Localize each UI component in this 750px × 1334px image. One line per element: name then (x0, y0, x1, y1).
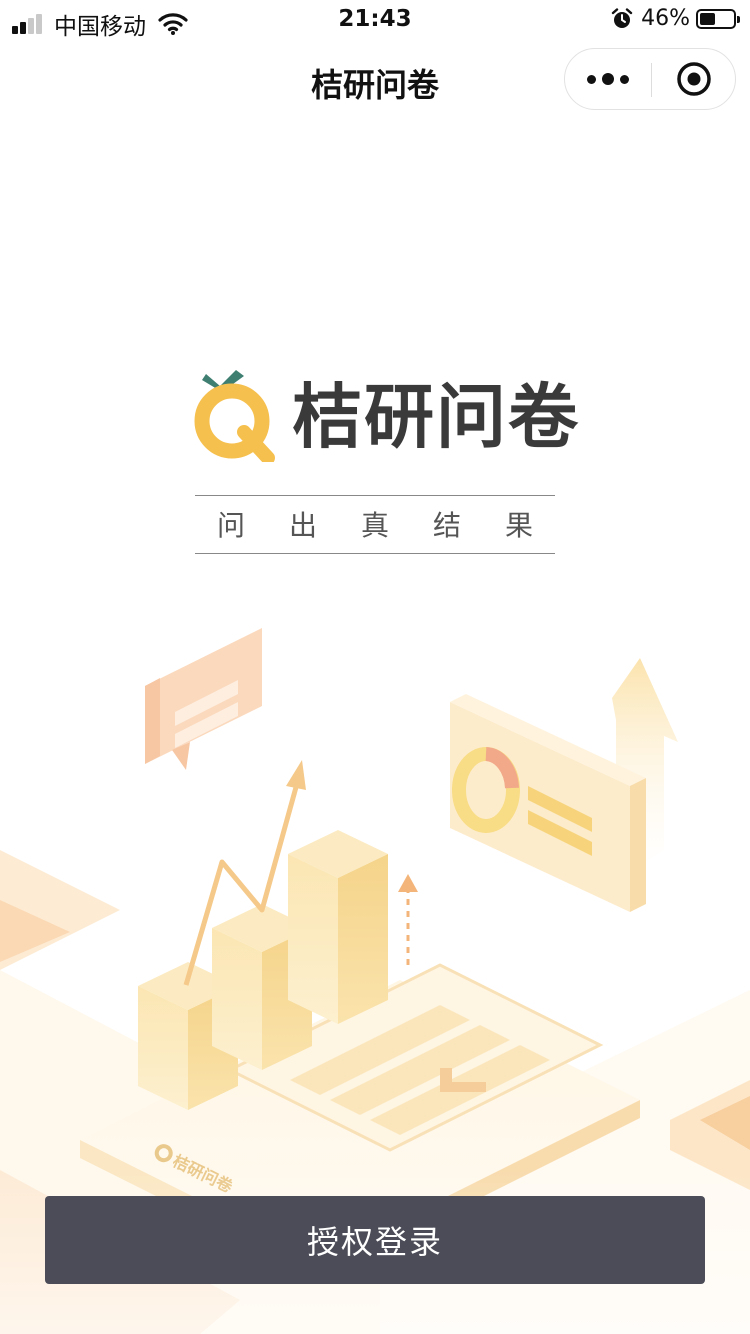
brand-logo-icon (194, 370, 275, 462)
authorize-login-button[interactable]: 授权登录 (45, 1196, 705, 1284)
status-bar: 中国移动 21:43 46% (0, 0, 750, 40)
slogan-char: 真 (360, 509, 389, 542)
slogan-char: 果 (504, 509, 533, 542)
mini-program-capsule (564, 48, 736, 110)
alarm-clock-icon (611, 7, 633, 28)
nav-bar: 桔研问卷 (0, 40, 750, 120)
battery-percent: 46% (641, 6, 690, 31)
slogan-divider-bottom (195, 553, 555, 554)
slogan: 问 出 真 结 果 (195, 504, 555, 544)
target-circle-icon[interactable] (651, 49, 737, 109)
more-dots-icon[interactable] (565, 49, 651, 109)
battery-icon (696, 8, 740, 29)
slogan-char: 出 (288, 509, 317, 542)
slogan-char: 问 (217, 509, 246, 542)
slogan-divider-top (195, 495, 555, 496)
brand-name: 桔研问卷 (292, 376, 580, 458)
slogan-char: 结 (432, 509, 461, 542)
status-right: 46% (611, 6, 740, 31)
